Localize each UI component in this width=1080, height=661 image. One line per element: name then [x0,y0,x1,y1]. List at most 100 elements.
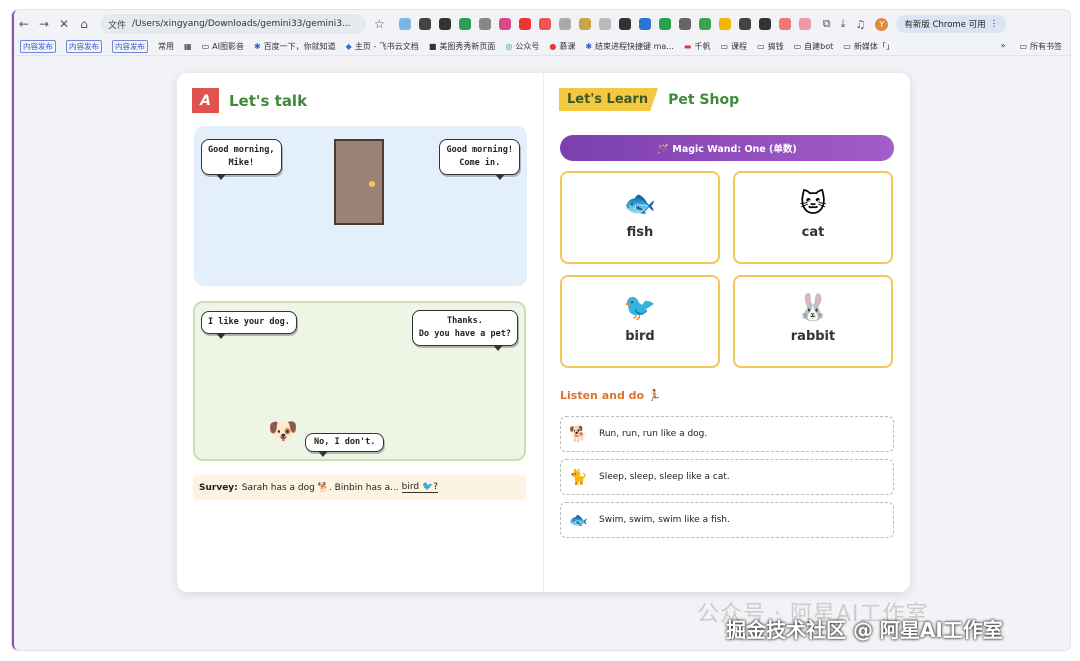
pet-scene: I like your dog. Thanks. Do you have a p… [193,301,526,461]
pet-card-fish[interactable]: 🐟 fish [560,171,720,264]
extension-icon[interactable] [438,18,451,30]
bookmark-folder[interactable]: ▭ 搞钱 [757,41,784,52]
listen-and-do-title: Listen and do 🏃 [560,389,662,402]
folder-icon: ▭ [201,42,210,51]
extension-icon[interactable] [578,18,591,30]
dog-icon: 🐕 [569,425,588,443]
lets-talk-panel: A Let's talk Good morning, Mike! Good mo… [177,73,543,592]
bookmarks-more-button[interactable]: » [1001,41,1006,52]
bookmark-item[interactable]: ● 慕课 [549,41,575,52]
bookmarks-bar: 内容发布 内容发布 内容发布 常用 ▦ ▭ AI图影音 ✱ 百度一下，你就知道 ◆ 主… [14,38,1070,56]
extension-icon[interactable] [658,18,671,30]
extension-icon[interactable] [538,18,551,30]
dog-icon: 🐶 [268,417,298,445]
bookmark-folder[interactable]: ▭ 课程 [720,41,747,52]
bookmark-label: 百度一下，你就知道 [263,42,336,51]
more-menu-icon[interactable]: ⋮ [990,19,999,29]
all-bookmarks-folder[interactable]: ▭ 所有书签 [1019,41,1062,52]
extension-icon[interactable] [618,18,631,30]
address-url: /Users/xingyang/Downloads/gemini33/gemin… [132,19,351,29]
mooc-icon: ● [549,42,557,51]
bookmark-item[interactable]: ✱ 结束进程快捷键 ma... [585,41,674,52]
home-button[interactable]: ⌂ [74,17,94,31]
avatar[interactable]: Y [875,17,889,31]
extensions-puzzle-icon[interactable]: ⧉ [823,17,831,31]
bookmark-item[interactable]: ✱ 百度一下，你就知道 [254,41,336,52]
bookmark-item[interactable]: ▦ [184,42,192,51]
pet-card-rabbit[interactable]: 🐰 rabbit [733,275,893,368]
extension-icon[interactable] [718,18,731,30]
activity-text: Run, run, run like a dog. [599,429,708,439]
activity-text: Sleep, sleep, sleep like a cat. [599,472,730,482]
extension-icon[interactable] [478,18,491,30]
bookmark-item[interactable]: ◆ 主页 - 飞书云文档 [346,41,419,52]
fish-icon: 🐟 [569,511,588,529]
survey-label: Survey: [199,482,238,493]
extension-icon[interactable] [678,18,691,30]
activity-row[interactable]: 🐈 Sleep, sleep, sleep like a cat. [560,459,894,495]
bookmark-chip[interactable]: 内容发布 [66,40,102,53]
bookmark-chip[interactable]: 内容发布 [20,40,56,53]
fish-icon: 🐟 [623,189,657,219]
extension-icon[interactable] [698,18,711,30]
extension-icon[interactable] [598,18,611,30]
bubble-line: Mike! [228,158,255,168]
bookmark-chip[interactable]: 内容发布 [112,40,148,53]
activity-row[interactable]: 🐟 Swim, swim, swim like a fish. [560,502,894,538]
meitu-icon: ■ [428,42,437,51]
bubble-line: Good morning, [208,145,275,155]
browser-toolbar: ← → ✕ ⌂ 文件 /Users/xingyang/Downloads/gem… [14,10,1070,38]
speech-bubble: Good morning, Mike! [201,139,282,180]
extension-icon[interactable] [418,18,431,30]
extension-icon[interactable] [518,18,531,30]
bookmark-label: 公众号 [515,42,540,51]
extension-icon[interactable] [398,18,411,30]
section-title: Pet Shop [668,91,740,108]
bubble-line: Thanks. [447,316,483,326]
magic-wand-banner[interactable]: 🪄 Magic Wand: One (单数) [560,135,894,161]
feishu-icon: ◆ [345,42,352,51]
survey-answer[interactable]: bird 🐦? [401,482,438,493]
bookmark-label: 自建bot [804,42,834,51]
back-button[interactable]: ← [14,17,34,31]
extension-icon[interactable] [778,18,791,30]
bookmark-label: 慕课 [559,42,576,51]
cat-icon: 🐈 [569,468,588,486]
pet-card-bird[interactable]: 🐦 bird [560,275,720,368]
extension-icon[interactable] [498,18,511,30]
bookmark-star-icon[interactable]: ☆ [374,17,385,31]
pet-card-cat[interactable]: 🐱 cat [733,171,893,264]
bookmark-folder[interactable]: ▭ 自建bot [794,41,834,52]
wechat-icon: ◎ [505,42,513,51]
bookmark-folder[interactable]: ▭ AI图影音 [202,41,244,52]
bubble-line: Good morning! [446,145,513,155]
extension-icon[interactable] [638,18,651,30]
bookmark-label: 搞钱 [767,42,784,51]
media-icon[interactable]: ♫ [856,18,866,31]
bookmark-item[interactable]: 常用 [158,41,174,52]
bookmark-label: 美图秀秀新页面 [439,42,496,51]
extension-icon[interactable] [458,18,471,30]
speech-bubble: No, I don't. [305,433,385,457]
download-icon[interactable]: ⤓ [841,17,846,31]
pet-card-label: bird [625,329,655,344]
bookmark-folder[interactable]: ▭ 新媒体「」 [843,41,894,52]
bookmark-item[interactable]: ▬ 千帆 [684,41,711,52]
bookmark-item[interactable]: ◎ 公众号 [505,41,539,52]
baidu-icon: ✱ [253,42,261,51]
update-chrome-button[interactable]: 有新版 Chrome 可用 ⋮ [896,15,1007,33]
extension-icon[interactable] [758,18,771,30]
bookmark-item[interactable]: ■ 美图秀秀新页面 [429,41,496,52]
update-chrome-label: 有新版 Chrome 可用 [904,20,986,30]
address-bar[interactable]: 文件 /Users/xingyang/Downloads/gemini33/ge… [100,14,366,34]
door [334,139,384,225]
cat-icon: 🐱 [799,189,827,219]
bookmark-label: 新媒体「」 [853,42,894,51]
apps-grid-icon: ▦ [184,42,192,51]
activity-row[interactable]: 🐕 Run, run, run like a dog. [560,416,894,452]
stop-button[interactable]: ✕ [54,17,74,31]
extension-icon[interactable] [558,18,571,30]
extension-icon[interactable] [798,18,811,30]
forward-button[interactable]: → [34,17,54,31]
extension-icon[interactable] [738,18,751,30]
